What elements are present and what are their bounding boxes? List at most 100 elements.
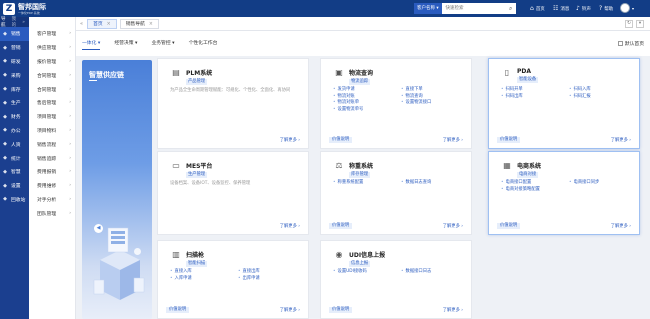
card-link[interactable]: 电商接口配置 <box>501 180 563 187</box>
card-title[interactable]: 称重系统 <box>349 161 373 170</box>
app-card-udi[interactable]: ◉ UDI信息上报信息上报设置UDI接收码数据接口日志价值说明 了解更多 › <box>320 240 472 319</box>
tab-sales-nav[interactable]: 销售导航 × <box>119 18 159 29</box>
card-link[interactable]: 设置物流接口 <box>401 100 463 107</box>
subtab-integration[interactable]: 一体化 ▾ <box>82 38 101 50</box>
value-note-button[interactable]: 价值说明 <box>329 137 353 143</box>
card-link[interactable]: 数据日志查询 <box>401 180 463 187</box>
value-note-button[interactable]: 价值说明 <box>497 137 521 143</box>
card-link[interactable]: 扫码开单 <box>501 87 563 94</box>
nav-home[interactable]: ⌂ 首页 <box>530 0 545 17</box>
card-title[interactable]: MES平台 <box>186 161 212 170</box>
card-link[interactable]: 电商对接策略配置 <box>501 187 563 194</box>
value-note-button[interactable]: 价值说明 <box>329 307 353 313</box>
tab-scroll-left-icon[interactable]: « <box>80 21 83 27</box>
user-menu[interactable]: ▾ <box>620 3 634 13</box>
submenu-item[interactable]: 合同管理 › <box>29 68 75 82</box>
app-card-weigh[interactable]: ⚖ 称重系统库存管理称重系统配置数据日志查询价值说明 了解更多 › <box>320 151 472 235</box>
subtab-workbench[interactable]: 个性化工作台 <box>189 38 218 50</box>
submenu-item[interactable]: 合同管理 › <box>29 82 75 96</box>
sidebar-item-hr[interactable]: ◆ 人资 <box>0 137 29 151</box>
app-card-pda[interactable]: ▯ PDA 智能设备扫码开单扫码入库扫码出库扫码汇报价值说明 了解更多 › <box>488 58 640 149</box>
sidebar-tab-nav[interactable]: 导航 <box>1 16 8 28</box>
sidebar-item-inventory[interactable]: ◆ 库存 <box>0 82 29 96</box>
app-card-mes[interactable]: ▭ MES平台 生产管理 设备档案、设备IOT、设备监控、保养管理 了解更多 › <box>157 151 309 235</box>
sidebar-item-rnd[interactable]: ◆ 研发 <box>0 55 29 69</box>
card-title[interactable]: PDA <box>517 68 538 75</box>
card-link[interactable]: 入库申请 <box>170 276 232 283</box>
subtab-control[interactable]: 业务管控 ▾ <box>151 38 174 50</box>
card-link[interactable]: 直接下单 <box>401 87 463 94</box>
avatar[interactable] <box>620 3 630 13</box>
submenu-item[interactable]: 销售流程 › <box>29 137 75 151</box>
submenu-item[interactable]: 对手分析 › <box>29 193 75 207</box>
learn-more-link[interactable]: 了解更多 › <box>611 223 631 229</box>
chevron-down-icon[interactable]: ▾ <box>636 20 644 28</box>
sidebar-item-settings[interactable]: ◆ 设置 <box>0 179 29 193</box>
sidebar-tab-mine[interactable]: 我的 <box>12 16 19 28</box>
app-card-logistics[interactable]: ▣物流查询物流追踪发货申请直接下单物流对账物流查询物流对账单设置物流接口设置物流… <box>320 58 472 149</box>
learn-more-link[interactable]: 了解更多 › <box>443 137 463 143</box>
sidebar-item-smart[interactable]: ◆ 智慧 <box>0 165 29 179</box>
submenu-item[interactable]: 团队管理 › <box>29 206 75 220</box>
subtab-decision[interactable]: 经营决策 ▾ <box>114 38 137 50</box>
refresh-icon[interactable]: ↻ <box>625 20 633 28</box>
submenu-item[interactable]: 费用维修 › <box>29 179 75 193</box>
sidebar-item-marketing[interactable]: ◆ 营销 <box>0 41 29 55</box>
sidebar-item-office[interactable]: ◆ 办公 <box>0 124 29 138</box>
card-link[interactable]: 扫码汇报 <box>569 94 631 101</box>
card-link[interactable]: 称重系统配置 <box>333 180 395 187</box>
default-page-checkbox[interactable] <box>617 41 623 46</box>
card-link[interactable]: 电商接口同步 <box>569 180 631 187</box>
card-link[interactable]: 扫码入库 <box>569 87 631 94</box>
learn-more-link[interactable]: 了解更多 › <box>443 223 463 229</box>
learn-more-link[interactable]: 了解更多 › <box>280 137 300 143</box>
submenu-item[interactable]: 售后管理 › <box>29 96 75 110</box>
search-type-select[interactable]: 客户名称 ▾ <box>414 3 443 14</box>
nav-messages[interactable]: ☷ 消息 <box>553 0 569 17</box>
submenu-item[interactable]: 项目管理 › <box>29 110 75 124</box>
collapse-icon[interactable]: » <box>22 20 25 25</box>
app-card-ecommerce[interactable]: ▦ 电商系统电商对接电商接口配置电商接口同步电商对接策略配置价值说明 了解更多 › <box>488 151 640 235</box>
submenu-item[interactable]: 项目物料 › <box>29 124 75 138</box>
card-link[interactable]: 扫码出库 <box>501 94 563 101</box>
logo[interactable]: Z 智邦国际 一体化ERP·系统 <box>3 2 46 15</box>
card-link[interactable]: 直接入库 <box>170 269 232 276</box>
sidebar-item-finance[interactable]: ◆ 财务 <box>0 110 29 124</box>
nav-bell[interactable]: ♪ 铃声 <box>576 0 591 17</box>
nav-help[interactable]: ? 帮助 <box>599 0 613 17</box>
learn-more-link[interactable]: 了解更多 › <box>280 307 300 313</box>
search-icon[interactable]: ⌕ <box>505 3 516 14</box>
submenu-item[interactable]: 费用报销 › <box>29 165 75 179</box>
default-page-toggle[interactable]: 默认首页 <box>617 40 644 47</box>
value-note-button[interactable]: 价值说明 <box>329 223 353 229</box>
card-link[interactable]: 设置UDI接收码 <box>333 269 395 276</box>
app-card-scanner[interactable]: ▥ 扫描枪智能扫描直接入库直接出库入库申请出库申请价值说明 了解更多 › <box>157 240 309 319</box>
banner-prev-icon[interactable]: ◀ <box>94 224 103 233</box>
submenu-item[interactable]: 客户管理 › <box>29 27 75 41</box>
card-link[interactable]: 数据接口日志 <box>401 269 463 276</box>
value-note-button[interactable]: 价值说明 <box>497 223 521 229</box>
card-link[interactable]: 直接出库 <box>238 269 300 276</box>
card-link[interactable]: 物流对账单 <box>333 100 395 107</box>
card-title[interactable]: 电商系统 <box>517 161 541 170</box>
app-card-plm[interactable]: ▤ PLM系统 产品管理 为产品全生命周期管理赋能：可规化、个性化、全面化、再协同 了解… <box>157 58 309 149</box>
submenu-item[interactable]: 供应管理 › <box>29 41 75 55</box>
sidebar-item-sales[interactable]: ◆ 销售 <box>0 27 29 41</box>
banner-indicator[interactable] <box>134 248 141 255</box>
card-title[interactable]: PLM系统 <box>186 68 212 77</box>
sidebar-item-recycle[interactable]: ◆ 回收站 <box>0 193 29 207</box>
card-link[interactable]: 出库申请 <box>238 276 300 283</box>
card-title[interactable]: 扫描枪 <box>186 250 207 259</box>
sidebar-item-purchase[interactable]: ◆ 采购 <box>0 68 29 82</box>
card-title[interactable]: 物流查询 <box>349 68 373 77</box>
learn-more-link[interactable]: 了解更多 › <box>280 223 300 229</box>
sidebar-item-stats[interactable]: ◆ 统计 <box>0 151 29 165</box>
tab-home[interactable]: 首页 × <box>87 18 117 29</box>
card-title[interactable]: UDI信息上报 <box>349 250 385 259</box>
value-note-button[interactable]: 价值说明 <box>166 307 190 313</box>
card-link[interactable]: 发货申请 <box>333 87 395 94</box>
close-icon[interactable]: × <box>107 22 111 27</box>
learn-more-link[interactable]: 了解更多 › <box>611 137 631 143</box>
card-link[interactable]: 设置物流单号 <box>333 107 395 114</box>
submenu-item[interactable]: 报价管理 › <box>29 55 75 69</box>
